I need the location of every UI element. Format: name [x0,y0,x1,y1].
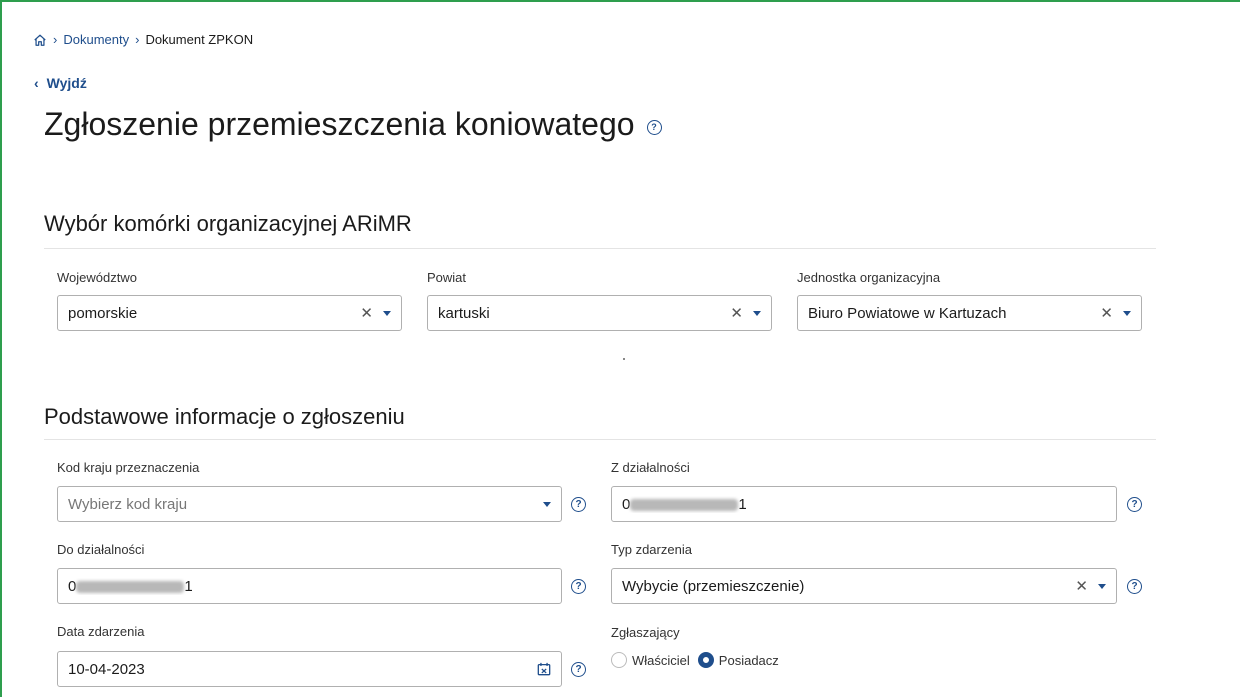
do-dzialalnosci-label: Do działalności [57,542,145,557]
section-divider [44,248,1156,249]
kod-kraju-label: Kod kraju przeznaczenia [57,460,200,475]
section-divider [44,439,1156,440]
radio-wlasciciel[interactable] [611,652,627,668]
chevron-down-icon[interactable] [753,310,761,316]
page-title: Zgłoszenie przemieszczenia koniowatego ? [44,106,662,143]
z-dzialalnosci-value-end: 1 [738,495,747,513]
zglaszajacy-label: Zgłaszający [611,625,680,640]
chevron-left-icon: ‹ [34,75,39,91]
stray-dot [623,358,625,360]
typ-zdarzenia-label: Typ zdarzenia [611,542,692,557]
powiat-value: kartuski [438,304,490,322]
back-link[interactable]: ‹ Wyjdź [34,75,87,91]
z-dzialalnosci-input[interactable]: 01 [611,486,1117,522]
chevron-down-icon[interactable] [1123,310,1131,316]
z-dzialalnosci-label: Z działalności [611,460,690,475]
chevron-down-icon[interactable] [543,501,551,507]
chevron-right-icon: › [53,32,58,47]
radio-option-wlasciciel[interactable]: Właściciel [611,652,690,668]
radio-label-wlasciciel: Właściciel [632,652,690,668]
z-dzialalnosci-value-start: 0 [622,495,631,513]
kod-kraju-select[interactable]: Wybierz kod kraju [57,486,562,522]
section-title-basic: Podstawowe informacje o zgłoszeniu [44,404,405,429]
chevron-down-icon[interactable] [383,310,391,316]
wojewodztwo-select[interactable]: pomorskie ✕ [57,295,402,331]
zglaszajacy-radio-group: Właściciel Posiadacz [611,652,779,668]
z-dzialalnosci-value: 01 [622,496,1106,513]
help-icon[interactable]: ? [646,120,662,135]
powiat-label: Powiat [427,270,467,285]
wojewodztwo-label: Województwo [57,270,137,285]
chevron-down-icon[interactable] [1098,583,1106,589]
clear-icon[interactable]: ✕ [1100,304,1113,322]
data-zdarzenia-input[interactable]: 10-04-2023 [57,651,562,687]
powiat-select[interactable]: kartuski ✕ [427,295,772,331]
page-title-text: Zgłoszenie przemieszczenia koniowatego [44,106,635,142]
jednostka-value: Biuro Powiatowe w Kartuzach [808,304,1007,322]
do-dzialalnosci-value-start: 0 [68,577,77,595]
back-label: Wyjdź [46,75,87,91]
redacted-text [76,580,185,593]
help-icon[interactable]: ? [571,497,586,512]
calendar-icon[interactable] [537,662,551,676]
kod-kraju-placeholder: Wybierz kod kraju [68,495,188,513]
do-dzialalnosci-input[interactable]: 01 [57,568,562,604]
home-icon[interactable] [33,33,47,47]
chevron-right-icon: › [135,32,140,47]
typ-zdarzenia-value: Wybycie (przemieszczenie) [622,577,805,595]
radio-posiadacz[interactable] [697,652,714,668]
jednostka-label: Jednostka organizacyjna [797,270,941,285]
help-icon[interactable]: ? [571,579,586,594]
help-icon[interactable]: ? [1127,579,1142,594]
section-title-org: Wybór komórki organizacyjnej ARiMR [44,211,412,236]
data-zdarzenia-label: Data zdarzenia [57,624,145,639]
clear-icon[interactable]: ✕ [360,304,373,322]
jednostka-select[interactable]: Biuro Powiatowe w Kartuzach ✕ [797,295,1142,331]
do-dzialalnosci-value-end: 1 [184,577,193,595]
breadcrumb-item-current: Dokument ZPKON [145,32,254,47]
typ-zdarzenia-select[interactable]: Wybycie (przemieszczenie) ✕ [611,568,1117,604]
help-icon[interactable]: ? [571,662,586,677]
radio-label-posiadacz: Posiadacz [718,652,779,668]
breadcrumb-item-dokumenty[interactable]: Dokumenty [63,32,129,47]
do-dzialalnosci-value: 01 [68,578,551,595]
redacted-text [630,498,739,511]
clear-icon[interactable]: ✕ [730,304,743,322]
radio-option-posiadacz[interactable]: Posiadacz [697,652,779,668]
clear-icon[interactable]: ✕ [1075,577,1088,595]
help-icon[interactable]: ? [1127,497,1142,512]
wojewodztwo-value: pomorskie [68,304,138,322]
data-zdarzenia-value: 10-04-2023 [68,660,145,678]
breadcrumb: › Dokumenty › Dokument ZPKON [33,32,253,47]
